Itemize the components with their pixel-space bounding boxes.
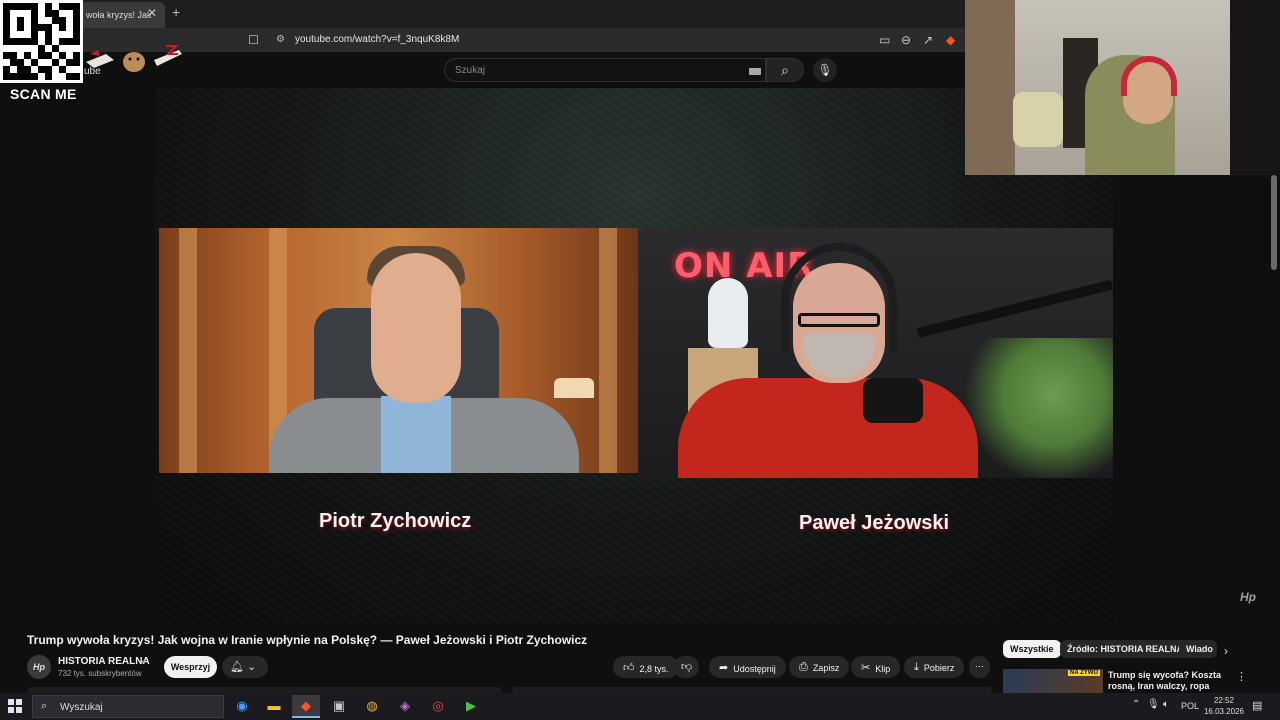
live-badge: NA ŻYWO [1068,670,1101,676]
share-button[interactable]: ➦ Udostępnij [709,656,786,678]
recommendation-thumbnail[interactable]: NA ŻYWO [1003,669,1103,693]
taskbar-search[interactable]: ⌕ Wyszukaj [32,695,224,718]
url-text: youtube.com/watch?v=f_3nquK8k8M [295,34,460,45]
download-button[interactable]: ⤓ Pobierz [904,656,965,678]
taskbar: ⌕ Wyszukaj ◉ ▬ ◆ ▣ ◍ ◈ ◎ ▶ ⌃ 🎙︎ 🔈︎ POL 2… [0,693,1280,720]
chevron-right-icon[interactable]: › [1224,644,1228,658]
download-label: Pobierz [923,663,955,673]
chevron-down-icon: ⌄ [247,661,257,673]
guest-right-camera: ON AIR [638,228,1113,478]
tray-chevron-icon[interactable]: ⌃ [1132,699,1140,710]
search-button[interactable]: ⌕ [766,58,804,82]
url-field[interactable]: ⚙ youtube.com/watch?v=f_3nquK8k8M [268,30,868,50]
voice-search-button[interactable]: 🎙 [813,58,837,82]
clip-label: Klip [875,664,891,674]
dislike-button[interactable]: 👎︎ [674,656,700,678]
save-button[interactable]: ⎙ Zapisz [789,656,850,678]
volume-icon[interactable]: 🔈︎ [1163,699,1169,710]
browser-tab-bar: woła kryzys! Jak ✕ + [0,0,965,28]
search-placeholder: Szukaj [455,65,486,76]
chip-all[interactable]: Wszystkie [1003,640,1061,658]
webcam-curtain [1230,0,1280,175]
search-input[interactable]: Szukaj [444,58,766,82]
save-icon: ⎙ [799,661,808,673]
share-page-icon[interactable]: ↗ [923,33,933,47]
chrome-icon[interactable]: ◍ [358,695,386,718]
channel-avatar[interactable]: Hp [27,655,51,679]
scissors-icon: ✂ [861,662,871,674]
page-scrollbar[interactable] [1271,175,1277,270]
bell-icon: 🔔︎ [230,661,244,673]
terminal-icon[interactable]: ▣ [325,695,353,718]
thumbs-down-icon: 👎︎ [681,661,693,673]
search-icon: ⌕ [781,62,789,78]
guest-left-camera [159,228,638,473]
microphone-icon[interactable]: 🎙︎ [1147,699,1160,710]
obs-app-icon[interactable]: ◈ [391,695,419,718]
chip-source[interactable]: Źródło: HISTORIA REALNA [1060,640,1190,658]
like-button[interactable]: 👍︎ 2,8 tys. [613,656,679,678]
subscriber-count: 732 tys. subskrybentów [58,669,142,678]
guest-left-name: Piotr Zychowicz [319,510,472,532]
streamer-webcam [965,0,1230,175]
tab-title: woła kryzys! Jak [86,10,152,20]
notification-icon[interactable]: ▤ [1252,699,1262,712]
language-indicator[interactable]: POL [1181,701,1199,711]
notifications-button[interactable]: 🔔︎ ⌄ [222,656,268,678]
recorder-icon[interactable]: ◎ [424,695,452,718]
thumbs-up-icon: 👍︎ [623,662,635,674]
clip-button[interactable]: ✂ Klip [851,656,901,678]
windows-start-icon[interactable] [8,699,22,713]
recommendation-menu-icon[interactable]: ⋮ [1236,670,1247,683]
chip-news[interactable]: Wiado [1179,640,1217,658]
support-button[interactable]: Wesprzyj [164,656,217,678]
tab-close-icon[interactable]: ✕ [147,6,157,20]
verified-icon: ✔ [141,656,149,666]
download-icon: ⤓ [914,661,919,673]
brave-browser-icon[interactable]: ◆ [292,695,320,718]
search-icon: ⌕ [41,700,48,712]
like-count: 2,8 tys. [639,664,669,674]
brave-shield-icon[interactable]: ◆ [946,33,955,47]
share-label: Udostępnij [733,664,776,674]
channel-watermark[interactable]: Hp [1240,590,1256,604]
more-actions-button[interactable]: ··· [969,656,990,678]
scan-me-label: SCAN ME [10,86,77,102]
site-info-icon[interactable]: ⚙ [276,34,285,45]
cast-icon[interactable]: ▭ [879,33,890,47]
file-explorer-icon[interactable]: ▬ [260,695,288,718]
share-icon: ➦ [719,662,729,674]
taskbar-search-label: Wyszukaj [60,702,103,713]
keyboard-icon[interactable] [749,68,761,75]
edge-icon[interactable]: ◉ [228,695,256,718]
guest-right-name: Paweł Jeżowski [799,512,950,534]
play-app-icon[interactable]: ▶ [457,695,485,718]
channel-name[interactable]: HISTORIA REALNA [58,656,150,667]
clock-date: 16.03.2026 [1203,707,1245,716]
video-title: Trump wywoła kryzys! Jak wojna w Iranie … [27,633,588,647]
clock-time: 22:52 [1213,696,1235,705]
sticker-text: ube [84,66,101,77]
bookmark-icon[interactable]: ☐ [248,33,259,47]
microphone-icon: 🎙 [817,63,833,77]
zoom-icon[interactable]: ⊖ [901,33,911,47]
qr-code [0,0,83,83]
clock[interactable]: 22:52 16.03.2026 [1203,695,1245,717]
new-tab-button[interactable]: + [172,4,180,20]
save-label: Zapisz [812,663,840,673]
